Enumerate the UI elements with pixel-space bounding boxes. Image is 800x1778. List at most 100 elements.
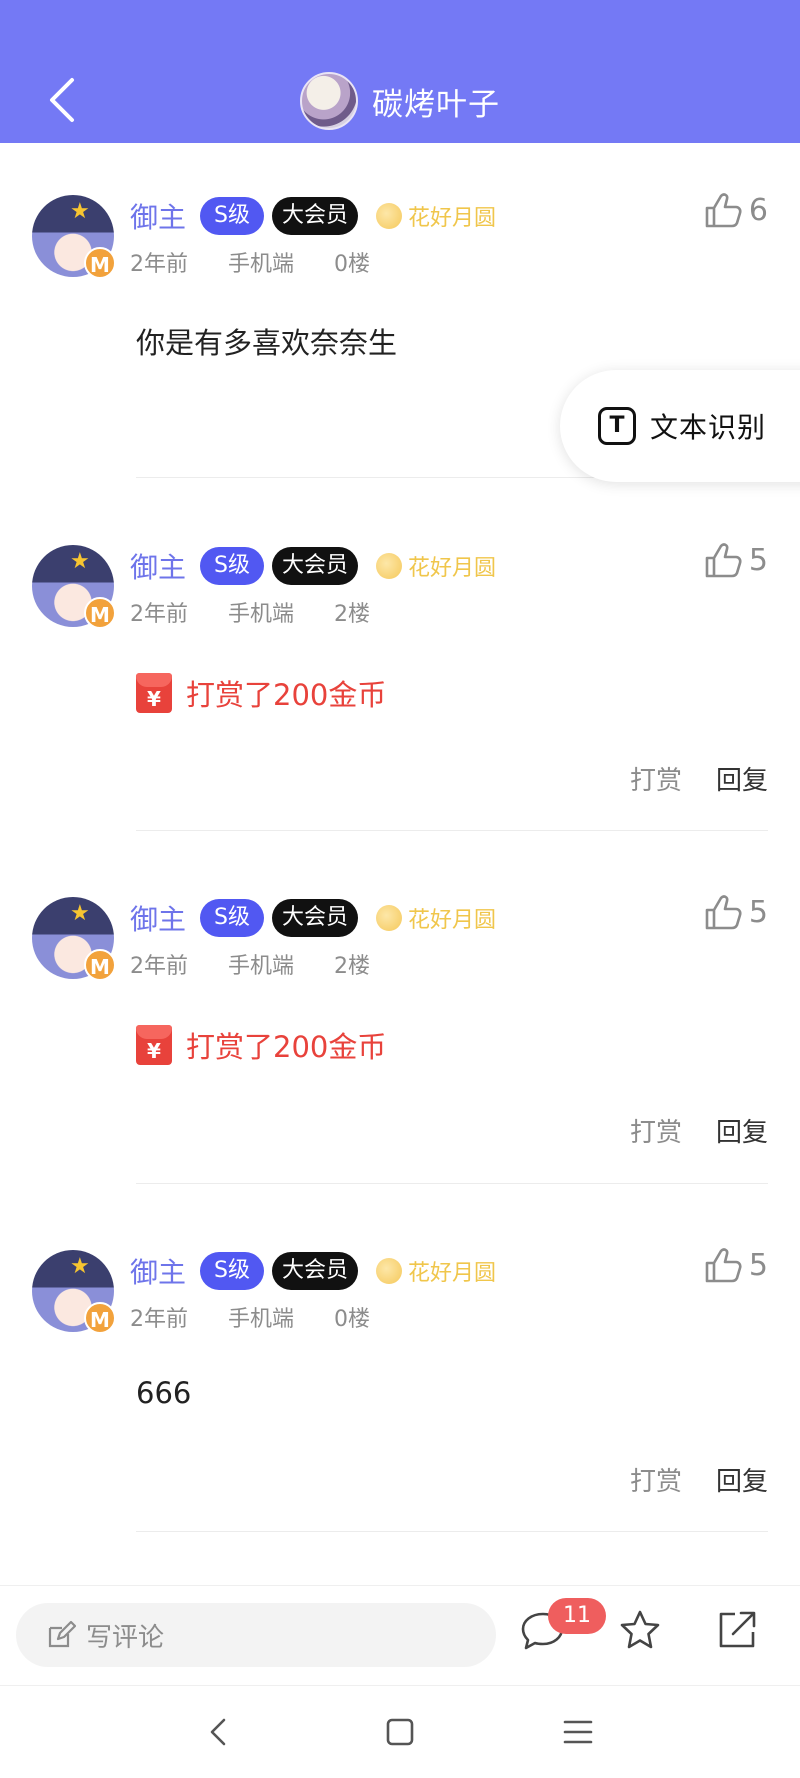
menu-icon — [563, 1720, 593, 1744]
vip-tag: 大会员 — [271, 1252, 358, 1290]
member-badge-icon: M — [84, 597, 116, 629]
edit-icon — [48, 1620, 76, 1648]
level-tag: S级 — [200, 1252, 264, 1290]
system-menu-button[interactable] — [560, 1714, 596, 1754]
bottom-action-bar: 写评论 11 — [0, 1585, 800, 1685]
like-count: 5 — [748, 542, 768, 578]
text-recognition-label: 文本识别 — [650, 411, 767, 444]
home-icon — [386, 1718, 414, 1746]
tip-button[interactable]: 打赏 — [630, 760, 682, 797]
avatar[interactable]: ★ M — [32, 1250, 116, 1334]
comment-text: 666 — [136, 1376, 192, 1410]
comment-count-badge: 11 — [548, 1598, 606, 1634]
floor-number: 0楼 — [334, 1307, 371, 1332]
vip-tag: 大会员 — [271, 899, 358, 937]
chevron-left-icon — [50, 78, 74, 122]
moon-icon — [376, 553, 402, 579]
thumbs-up-icon — [705, 543, 742, 578]
star-decoration-icon: ★ — [70, 549, 90, 574]
reply-button[interactable]: 回复 — [716, 1461, 768, 1498]
post-device: 手机端 — [228, 602, 295, 627]
meta-row: 2年前 手机端 2楼 — [130, 596, 410, 628]
reward-message: ¥ 打赏了200金币 — [136, 672, 386, 714]
moon-icon — [376, 905, 402, 931]
username[interactable]: 御主 — [130, 1251, 186, 1291]
level-tag: S级 — [200, 197, 264, 235]
avatar[interactable]: ★ M — [32, 897, 116, 981]
floor-number: 0楼 — [334, 252, 371, 277]
red-packet-icon: ¥ — [136, 673, 172, 713]
floor-number: 2楼 — [334, 954, 371, 979]
text-recognition-button[interactable]: T 文本识别 — [560, 370, 800, 482]
post-device: 手机端 — [228, 1307, 295, 1332]
meta-row: 2年前 手机端 0楼 — [130, 1301, 410, 1333]
header-bar: 碳烤叶子 — [0, 0, 800, 143]
share-icon — [719, 1611, 756, 1648]
thumbs-up-icon — [705, 895, 742, 930]
name-row: 御主 S级 大会员 花好月圆 — [130, 546, 496, 586]
avatar[interactable]: ★ M — [32, 195, 116, 279]
level-tag: S级 — [200, 899, 264, 937]
like-count: 5 — [748, 1247, 768, 1283]
divider — [136, 1531, 768, 1532]
header-avatar[interactable] — [300, 72, 358, 130]
header-user[interactable]: 碳烤叶子 — [300, 72, 500, 130]
meta-row: 2年前 手机端 0楼 — [130, 246, 410, 278]
share-button[interactable] — [715, 1608, 759, 1656]
like-count: 6 — [748, 192, 768, 228]
comment-actions: 打赏 回复 — [630, 760, 768, 797]
star-decoration-icon: ★ — [70, 1254, 90, 1279]
star-decoration-icon: ★ — [70, 901, 90, 926]
vip-tag: 大会员 — [271, 197, 358, 235]
text-recognition-icon: T — [598, 407, 636, 445]
reply-button[interactable]: 回复 — [716, 760, 768, 797]
post-time: 2年前 — [130, 1307, 188, 1332]
like-button[interactable]: 6 — [703, 190, 768, 230]
divider — [136, 830, 768, 831]
like-button[interactable]: 5 — [703, 1245, 768, 1285]
favorite-button[interactable] — [618, 1608, 662, 1656]
post-time: 2年前 — [130, 602, 188, 627]
star-icon — [620, 1610, 660, 1649]
system-back-button[interactable] — [200, 1714, 236, 1754]
username[interactable]: 御主 — [130, 196, 186, 236]
member-badge-icon: M — [84, 1302, 116, 1334]
username[interactable]: 御主 — [130, 898, 186, 938]
name-row: 御主 S级 大会员 花好月圆 — [130, 196, 496, 236]
name-row: 御主 S级 大会员 花好月圆 — [130, 898, 496, 938]
comment-input[interactable]: 写评论 — [16, 1603, 496, 1667]
system-navigation-bar — [0, 1685, 800, 1778]
post-time: 2年前 — [130, 252, 188, 277]
avatar[interactable]: ★ M — [32, 545, 116, 629]
thumbs-up-icon — [705, 193, 742, 228]
tip-button[interactable]: 打赏 — [630, 1461, 682, 1498]
meta-row: 2年前 手机端 2楼 — [130, 948, 410, 980]
reward-text: 打赏了200金币 — [186, 678, 387, 712]
level-tag: S级 — [200, 547, 264, 585]
back-button[interactable] — [40, 72, 88, 128]
comment-placeholder: 写评论 — [86, 1622, 165, 1653]
reply-button[interactable]: 回复 — [716, 1112, 768, 1149]
star-decoration-icon: ★ — [70, 199, 90, 224]
moon-icon — [376, 1258, 402, 1284]
title-badge: 花好月圆 — [408, 1261, 497, 1286]
comment-text: 你是有多喜欢奈奈生 — [136, 326, 398, 360]
title-badge: 花好月圆 — [408, 908, 497, 933]
page: 碳烤叶子 ★ M 御主 S级 大会员 花好月圆 2年前 手机端 0楼 6 你是有… — [0, 0, 800, 1778]
username[interactable]: 御主 — [130, 546, 186, 586]
comment-actions: 打赏 回复 — [630, 1461, 768, 1498]
reward-text: 打赏了200金币 — [186, 1030, 387, 1064]
title-badge: 花好月圆 — [408, 556, 497, 581]
page-title: 碳烤叶子 — [372, 86, 500, 123]
member-badge-icon: M — [84, 949, 116, 981]
tip-button[interactable]: 打赏 — [630, 1112, 682, 1149]
name-row: 御主 S级 大会员 花好月圆 — [130, 1251, 496, 1291]
post-device: 手机端 — [228, 954, 295, 979]
post-time: 2年前 — [130, 954, 188, 979]
like-button[interactable]: 5 — [703, 892, 768, 932]
like-button[interactable]: 5 — [703, 540, 768, 580]
member-badge-icon: M — [84, 247, 116, 279]
floor-number: 2楼 — [334, 602, 371, 627]
divider — [136, 1183, 768, 1184]
system-home-button[interactable] — [382, 1714, 418, 1754]
